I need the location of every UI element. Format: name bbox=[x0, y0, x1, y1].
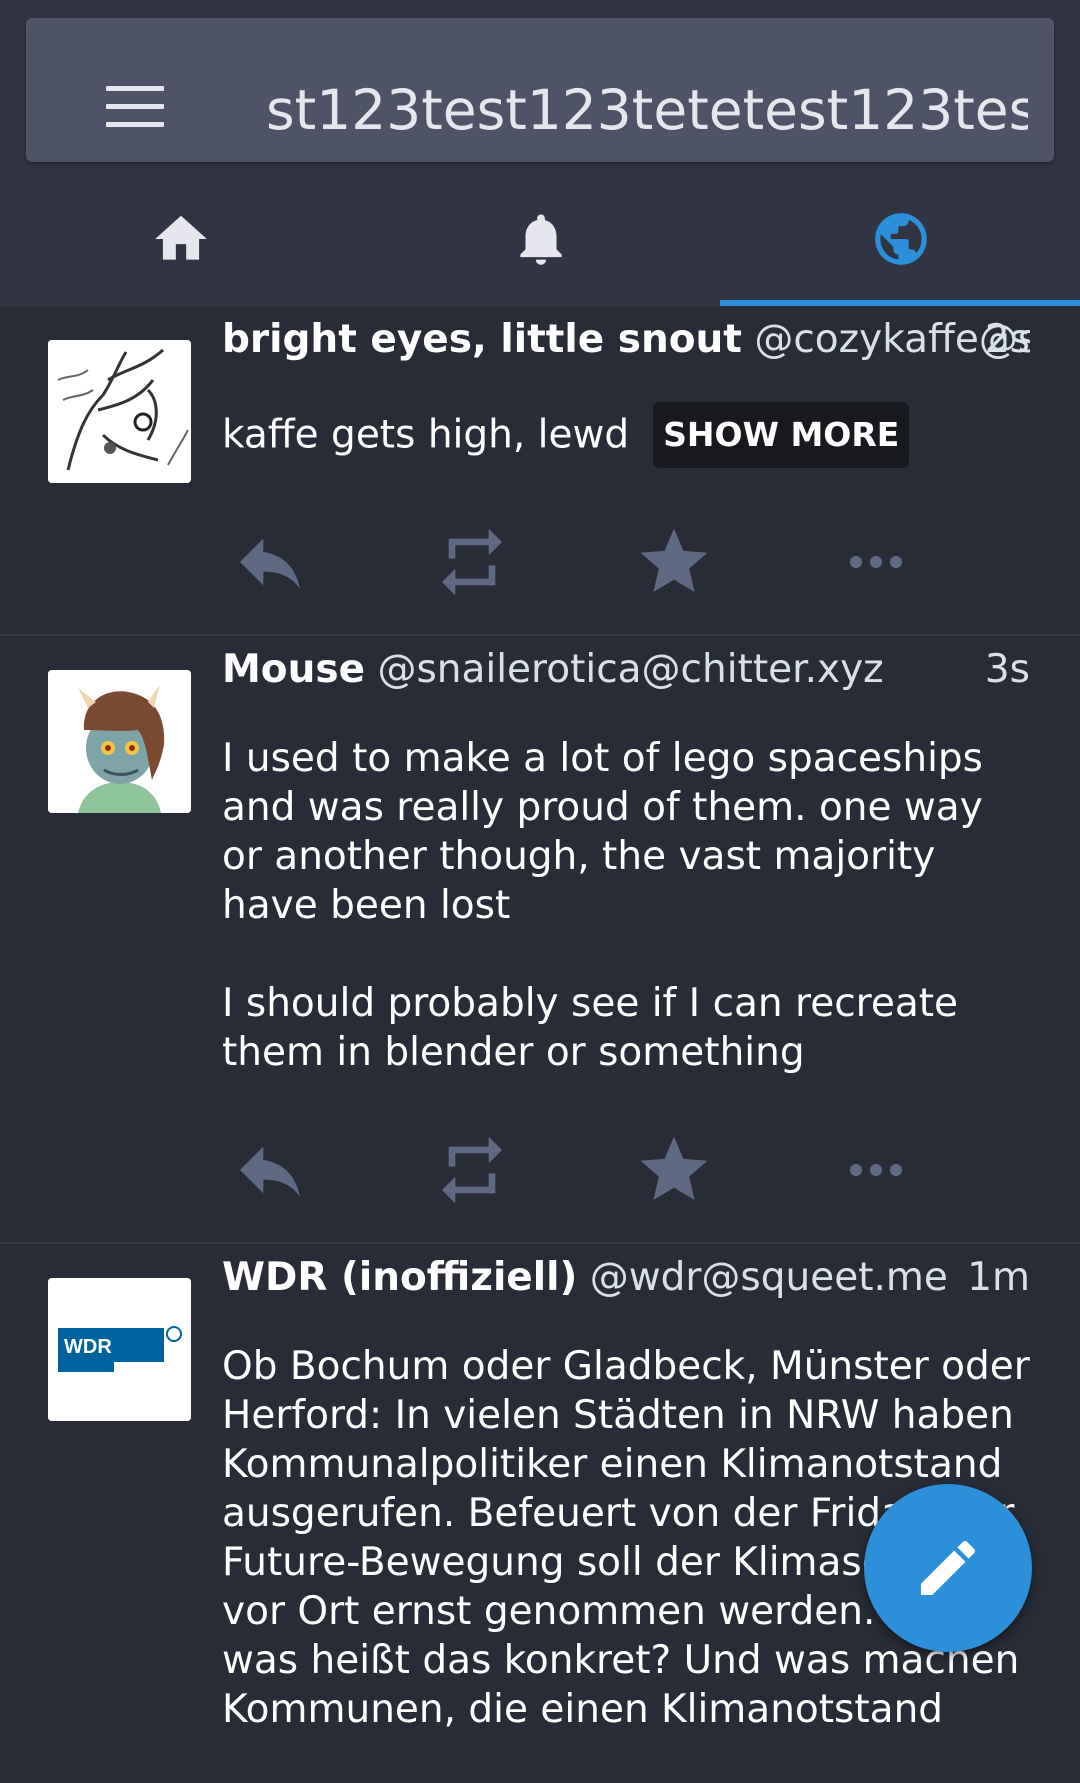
status-header: WDR (inoffiziell) @wdr@squeet.me 1m bbox=[222, 1248, 1030, 1308]
tab-bar bbox=[0, 190, 1080, 306]
more-button[interactable] bbox=[836, 522, 916, 602]
display-name[interactable]: Mouse bbox=[222, 647, 365, 692]
home-icon bbox=[155, 215, 207, 260]
timestamp[interactable]: 3s bbox=[985, 640, 1030, 700]
compose-button[interactable] bbox=[864, 1484, 1032, 1652]
reply-button[interactable] bbox=[230, 522, 310, 602]
bell-icon bbox=[520, 214, 562, 265]
hamburger-menu-icon[interactable] bbox=[106, 86, 164, 127]
favourite-icon bbox=[640, 528, 708, 592]
avatar[interactable]: WDR bbox=[48, 1278, 191, 1421]
boost-button[interactable] bbox=[432, 1130, 512, 1210]
avatar[interactable] bbox=[48, 340, 191, 483]
status-content: kaffe gets high, lewd SHOW MORE bbox=[222, 402, 1032, 470]
favourite-icon bbox=[640, 1136, 708, 1200]
avatar-sketch-image bbox=[48, 340, 191, 483]
more-button[interactable] bbox=[836, 1130, 916, 1210]
status-paragraph: I should probably see if I can recreate … bbox=[222, 981, 959, 1075]
tab-notifications[interactable] bbox=[360, 190, 720, 306]
account-handle[interactable]: @snailerotica@chitter.xyz bbox=[377, 647, 883, 692]
content-warning-text: kaffe gets high, lewd bbox=[222, 412, 630, 458]
reply-icon bbox=[240, 1146, 300, 1197]
more-icon bbox=[850, 556, 902, 568]
boost-button[interactable] bbox=[432, 522, 512, 602]
favourite-button[interactable] bbox=[634, 1130, 714, 1210]
more-icon bbox=[850, 1164, 902, 1176]
status-header: Mouse @snailerotica@chitter.xyz 3s bbox=[222, 640, 1030, 700]
display-name[interactable]: WDR (inoffiziell) bbox=[222, 1255, 577, 1300]
status-item[interactable]: Mouse @snailerotica@chitter.xyz 3s I use… bbox=[0, 636, 1080, 1244]
tab-federated[interactable] bbox=[720, 190, 1080, 306]
reply-button[interactable] bbox=[230, 1130, 310, 1210]
status-paragraph: I used to make a lot of lego spaceships … bbox=[222, 736, 983, 928]
pencil-icon bbox=[921, 1540, 976, 1595]
timestamp[interactable]: 2s bbox=[985, 310, 1030, 370]
favourite-button[interactable] bbox=[634, 522, 714, 602]
account-handle[interactable]: @wdr@squeet.me bbox=[590, 1255, 948, 1300]
reply-icon bbox=[240, 538, 300, 589]
status-actions bbox=[0, 1130, 1080, 1210]
boost-icon bbox=[442, 528, 502, 596]
status-actions bbox=[0, 522, 1080, 602]
tab-home[interactable] bbox=[0, 190, 360, 306]
status-header: bright eyes, little snout @cozykaffe@s… … bbox=[222, 310, 1030, 370]
avatar[interactable] bbox=[48, 670, 191, 813]
boost-icon bbox=[442, 1136, 502, 1204]
display-name[interactable]: bright eyes, little snout bbox=[222, 317, 742, 362]
timestamp[interactable]: 1m bbox=[967, 1248, 1030, 1308]
status-item[interactable]: bright eyes, little snout @cozykaffe@s… … bbox=[0, 306, 1080, 636]
status-content: I used to make a lot of lego spaceships … bbox=[222, 734, 1032, 1126]
globe-icon bbox=[875, 213, 927, 265]
search-bar[interactable]: st123test123tetetest123test123 bbox=[26, 18, 1054, 162]
search-input[interactable]: st123test123tetetest123test123 bbox=[266, 62, 1028, 158]
avatar-logo-text: WDR bbox=[64, 1336, 112, 1358]
show-more-button[interactable]: SHOW MORE bbox=[653, 402, 910, 468]
wdr-logo-image: WDR bbox=[48, 1278, 191, 1421]
top-bar: st123test123tetetest123test123 bbox=[0, 0, 1080, 306]
avatar-character-image bbox=[48, 670, 191, 813]
